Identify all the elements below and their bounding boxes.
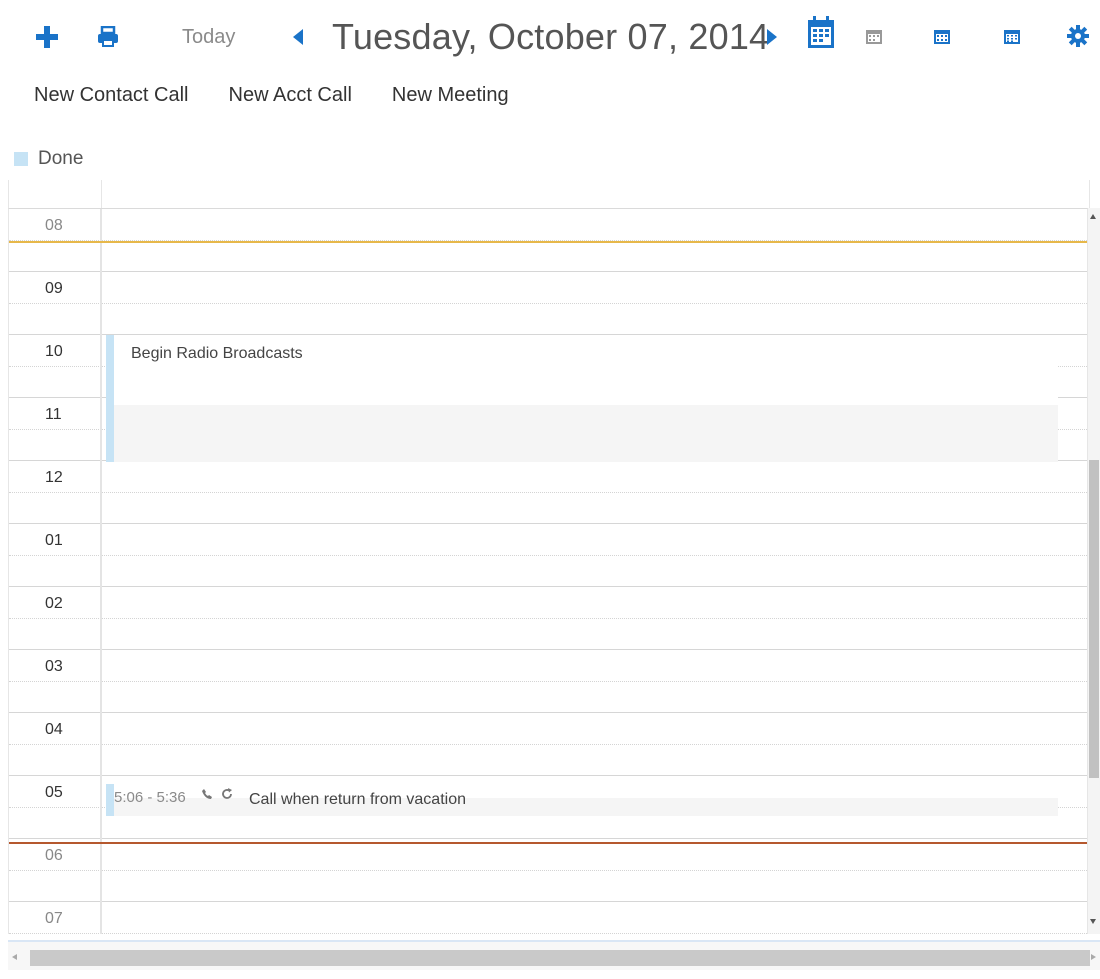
workweek-view-icon[interactable]: [862, 24, 886, 48]
gear-icon[interactable]: [1064, 22, 1092, 50]
new-meeting-link[interactable]: New Meeting: [392, 84, 509, 107]
recurrence-icon: [222, 788, 232, 799]
hour-row[interactable]: 03: [9, 650, 1087, 713]
scroll-down-icon[interactable]: [1090, 919, 1096, 924]
new-acct-call-link[interactable]: New Acct Call: [229, 84, 352, 107]
add-icon[interactable]: [30, 22, 64, 52]
month-view-icon[interactable]: [1000, 24, 1024, 48]
hour-row[interactable]: 09: [9, 272, 1087, 335]
hour-row[interactable]: 01: [9, 524, 1087, 587]
hour-row[interactable]: 02: [9, 587, 1087, 650]
hour-row[interactable]: 07: [9, 902, 1087, 934]
calendar-header: [8, 180, 1090, 208]
done-swatch: [14, 152, 28, 166]
legend-label-done: Done: [38, 148, 84, 169]
calendar-event[interactable]: Begin Radio Broadcasts: [106, 335, 1058, 462]
page-title: Tuesday, October 07, 2014: [332, 16, 770, 57]
scroll-left-icon[interactable]: [12, 954, 17, 960]
time-gutter: [9, 209, 102, 934]
scroll-thumb[interactable]: [1089, 460, 1099, 778]
header-separator-right: [1089, 180, 1090, 208]
scroll-thumb[interactable]: [30, 950, 1090, 966]
calendar-event[interactable]: 5:06 - 5:36 Call when return from vacati…: [106, 784, 1058, 816]
hour-row[interactable]: 06: [9, 839, 1087, 902]
phone-icon: [202, 789, 212, 799]
scroll-up-icon[interactable]: [1090, 214, 1096, 219]
day-view-icon[interactable]: [804, 14, 838, 50]
hour-row[interactable]: 12: [9, 461, 1087, 524]
today-button[interactable]: Today: [182, 24, 235, 50]
new-contact-call-link[interactable]: New Contact Call: [34, 84, 189, 107]
header-separator: [101, 180, 102, 208]
end-time-line: [9, 842, 1087, 844]
scroll-right-icon[interactable]: [1091, 954, 1096, 960]
action-links: New Contact Call New Acct Call New Meeti…: [34, 84, 509, 107]
current-time-line: [9, 241, 1087, 243]
week-view-icon[interactable]: [930, 24, 954, 48]
hour-row[interactable]: 04: [9, 713, 1087, 776]
event-time: 5:06 - 5:36: [114, 789, 186, 806]
vertical-scrollbar[interactable]: [1088, 208, 1100, 934]
toolbar: Today Tuesday, October 07, 2014: [0, 0, 1100, 80]
legend: Done: [14, 148, 83, 170]
horizontal-scrollbar[interactable]: [8, 940, 1100, 970]
next-icon[interactable]: [762, 24, 782, 50]
prev-icon[interactable]: [288, 24, 308, 50]
event-title: Begin Radio Broadcasts: [131, 345, 303, 362]
print-icon[interactable]: [92, 22, 124, 52]
event-title: Call when return from vacation: [249, 791, 466, 808]
calendar-day-grid[interactable]: 08 09 10 11 12 01 02 03 04 05 06 07 Begi…: [8, 208, 1088, 934]
